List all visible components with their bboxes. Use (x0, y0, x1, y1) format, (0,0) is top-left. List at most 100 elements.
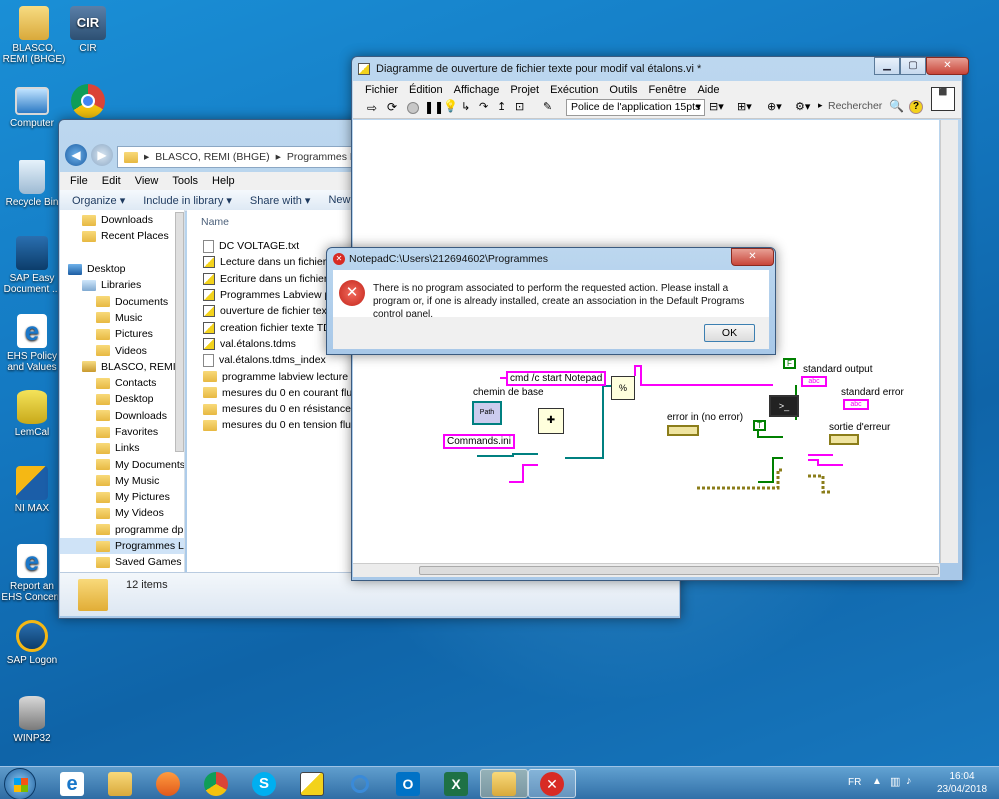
highlight-execution-icon[interactable]: 💡 (443, 99, 458, 113)
desktop-icon-lemcal[interactable]: LemCal (0, 390, 64, 438)
volume-icon[interactable]: ♪ (906, 775, 912, 787)
organize-button[interactable]: Organize ▾ (72, 194, 125, 207)
show-hidden-icons[interactable]: ▲ (872, 776, 882, 787)
maximize-button[interactable]: ▢ (900, 57, 926, 75)
share-with-button[interactable]: Share with ▾ (250, 194, 311, 207)
network-icon[interactable]: ▥ (890, 775, 900, 788)
minimize-button[interactable]: ▁ (874, 57, 900, 75)
format-string-function[interactable]: % (611, 376, 635, 400)
back-button[interactable]: ◀ (65, 144, 87, 166)
nav-item[interactable]: programme dp (60, 522, 184, 538)
start-button[interactable] (4, 768, 36, 799)
nav-item[interactable]: Pictures (60, 326, 184, 342)
breadcrumb-user[interactable]: BLASCO, REMI (BHGE) (155, 151, 269, 163)
clean-diagram-icon[interactable]: ✎ (543, 100, 552, 113)
nav-item[interactable]: Downloads (60, 408, 184, 424)
retain-wire-icon[interactable]: ⊡ (515, 100, 524, 113)
cmd-string-constant[interactable]: cmd /c start Notepad (506, 371, 607, 386)
error-in-control[interactable] (667, 425, 699, 436)
menu-outils[interactable]: Outils (609, 84, 637, 96)
commands-ini-constant[interactable]: Commands.ini (443, 434, 515, 449)
menu-help[interactable]: Help (212, 175, 235, 187)
taskbar-labview[interactable] (288, 769, 336, 798)
bool-t-constant[interactable]: T (753, 420, 766, 431)
nav-item[interactable]: Music (60, 310, 184, 326)
nav-item[interactable]: My Documents (60, 456, 184, 472)
close-button[interactable]: ✕ (926, 57, 969, 75)
nav-item[interactable]: Desktop (60, 261, 184, 277)
menu-fenetre[interactable]: Fenêtre (649, 84, 687, 96)
taskbar-excel[interactable]: X (432, 769, 480, 798)
taskbar-chrome[interactable] (192, 769, 240, 798)
column-header-name[interactable]: Name (201, 216, 229, 228)
nav-item[interactable]: Desktop (60, 391, 184, 407)
forward-button[interactable]: ▶ (91, 144, 113, 166)
menu-file[interactable]: File (70, 175, 88, 187)
scroll-thumb[interactable] (419, 566, 939, 575)
build-path-function[interactable]: ✚ (538, 408, 564, 434)
include-library-button[interactable]: Include in library ▾ (143, 194, 232, 207)
step-into-icon[interactable]: ↳ (461, 100, 470, 113)
resize-icon[interactable]: ⊕▾ (767, 100, 782, 113)
desktop-icon-sap-logon[interactable]: SAP Logon (0, 620, 64, 666)
nav-item[interactable]: Videos (60, 342, 184, 358)
nav-item[interactable]: Favorites (60, 424, 184, 440)
taskbar-search[interactable] (336, 769, 384, 798)
nav-item[interactable]: Saved Games (60, 554, 184, 570)
nav-item[interactable]: My Videos (60, 505, 184, 521)
step-over-icon[interactable]: ↷ (479, 100, 488, 113)
menu-aide[interactable]: Aide (697, 84, 719, 96)
menu-projet[interactable]: Projet (510, 84, 539, 96)
dialog-close-button[interactable]: ✕ (731, 248, 774, 266)
nav-item[interactable]: Libraries (60, 277, 184, 293)
nav-item[interactable]: My Pictures (60, 489, 184, 505)
taskbar-ie[interactable]: e (48, 769, 96, 798)
sortie-erreur-indicator[interactable] (829, 434, 859, 445)
ok-button[interactable]: OK (704, 324, 755, 342)
font-select[interactable]: Police de l'application 15pts ▾ (566, 99, 705, 116)
run-continuous-icon[interactable]: ⟳ (387, 100, 397, 114)
reorder-icon[interactable]: ⚙▾ (795, 100, 810, 113)
pause-icon[interactable]: ❚❚ (424, 100, 444, 114)
run-arrow-icon[interactable]: ⇨ (367, 101, 377, 115)
nav-item[interactable]: Links (60, 440, 184, 456)
nav-item[interactable]: Recent Places (60, 228, 184, 244)
horizontal-scrollbar[interactable] (353, 563, 940, 577)
menu-affichage[interactable]: Affichage (454, 84, 500, 96)
search-icon[interactable]: 🔍 (889, 99, 904, 113)
path-terminal[interactable]: Path (472, 401, 502, 425)
desktop-icon-cir[interactable]: CIR CIR (56, 6, 120, 54)
align-icon[interactable]: ⊟▾ (709, 100, 724, 113)
clock[interactable]: 16:04 23/04/2018 (934, 770, 990, 796)
nav-item[interactable]: BLASCO, REMI (E (60, 359, 184, 375)
bool-f-constant[interactable]: F (783, 358, 796, 369)
nav-item[interactable]: My Music (60, 473, 184, 489)
nav-item[interactable]: Downloads (60, 212, 184, 228)
taskbar-media-player[interactable] (144, 769, 192, 798)
distribute-icon[interactable]: ⊞▾ (737, 100, 752, 113)
nav-item[interactable]: Contacts (60, 375, 184, 391)
menu-execution[interactable]: Exécution (550, 84, 598, 96)
desktop-icon-sap-easy[interactable]: SAP Easy Document ... (0, 236, 64, 295)
menu-view[interactable]: View (135, 175, 159, 187)
step-out-icon[interactable]: ↥ (497, 100, 506, 113)
toolbar-overflow-icon[interactable]: ▸ (818, 100, 823, 111)
standard-output-indicator[interactable]: abc (801, 376, 827, 387)
nav-item[interactable]: Documents (60, 293, 184, 309)
taskbar-skype[interactable]: S (240, 769, 288, 798)
desktop-icon-computer[interactable]: Computer (0, 84, 64, 129)
desktop-icon-chrome[interactable] (56, 84, 120, 121)
desktop-icon-report-ehs[interactable]: e Report an EHS Concern (0, 544, 64, 603)
system-exec-function[interactable]: >_ (769, 395, 799, 417)
desktop-icon-winp32[interactable]: WINP32 (0, 696, 64, 744)
nav-item[interactable]: Programmes La (60, 537, 184, 555)
menu-edit[interactable]: Edit (102, 175, 121, 187)
desktop-icon-ni-max[interactable]: NI MAX (0, 466, 64, 514)
menu-tools[interactable]: Tools (172, 175, 198, 187)
language-indicator[interactable]: FR (848, 777, 861, 788)
vi-icon[interactable]: ⬛ (931, 87, 955, 111)
menu-fichier[interactable]: Fichier (365, 84, 398, 96)
taskbar-explorer-active[interactable] (480, 769, 528, 798)
new-folder-button[interactable]: New (328, 194, 350, 207)
nav-scrollbar[interactable] (175, 212, 184, 452)
